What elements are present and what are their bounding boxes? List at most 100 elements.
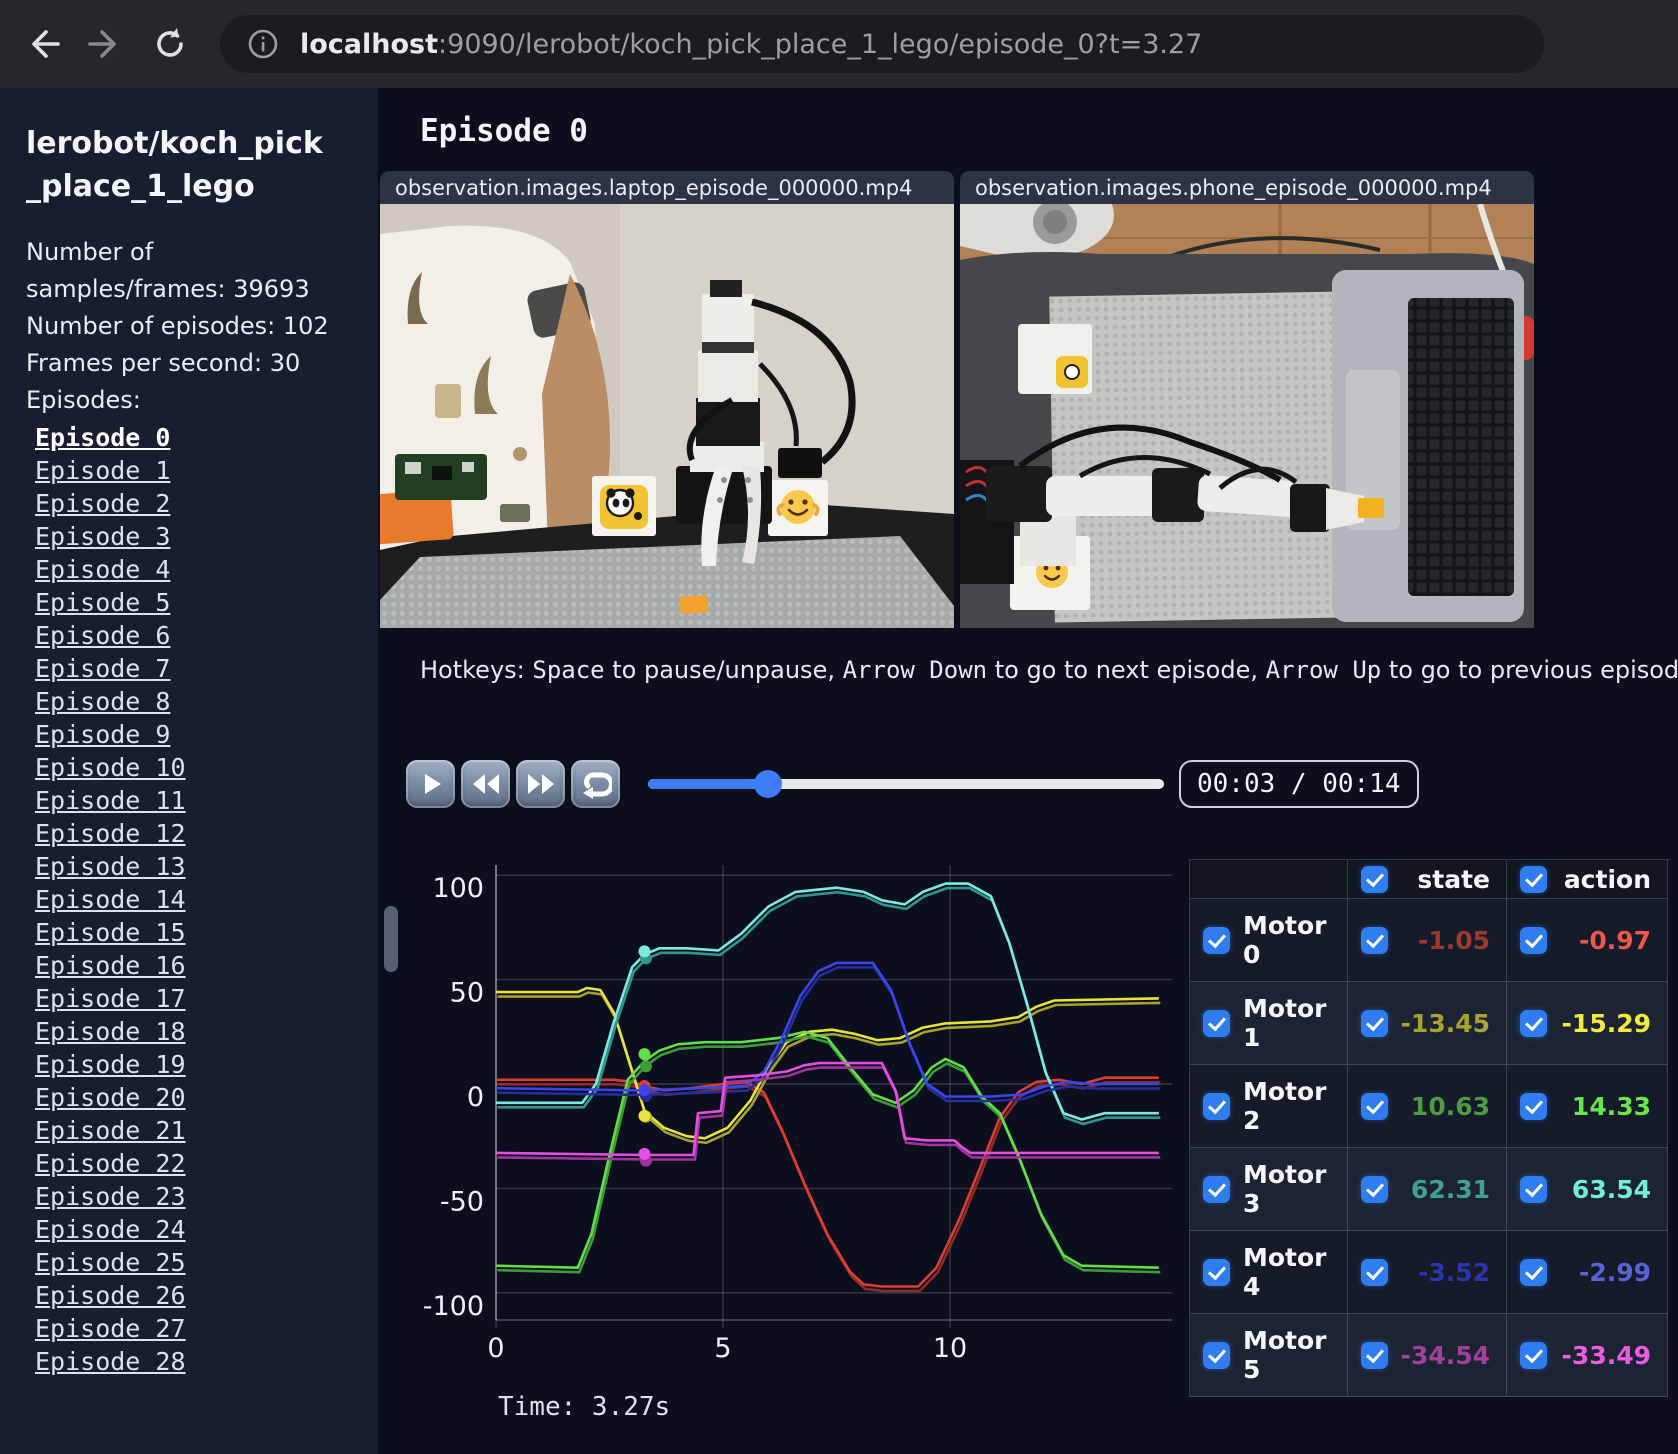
ytick-50: 50 xyxy=(450,978,484,1009)
fast-forward-icon xyxy=(527,774,554,794)
browser-toolbar: localhost:9090/lerobot/koch_pick_place_1… xyxy=(0,0,1678,88)
video-panel-laptop: observation.images.laptop_episode_000000… xyxy=(380,171,954,628)
motor-row-1: Motor 1 -13.45 -15.29 xyxy=(1190,982,1670,1065)
video-laptop[interactable] xyxy=(380,204,954,628)
laptop xyxy=(1332,270,1524,622)
motor-action-cell-1: -15.29 xyxy=(1507,982,1668,1065)
sidebar-item-episode-12[interactable]: Episode 12 xyxy=(35,817,378,850)
header-state-cell: state xyxy=(1348,860,1507,899)
time-display: 00:03 / 00:14 xyxy=(1179,760,1419,808)
back-button[interactable] xyxy=(20,22,64,66)
sidebar-item-episode-19[interactable]: Episode 19 xyxy=(35,1048,378,1081)
samples-count: Number of samples/frames: 39693 xyxy=(26,238,310,303)
play-button[interactable] xyxy=(406,760,455,808)
motor-4-row-checkbox[interactable] xyxy=(1203,1258,1230,1286)
scrollbar-thumb[interactable] xyxy=(384,906,398,972)
rewind-button[interactable] xyxy=(461,760,510,808)
motor-2-row-checkbox[interactable] xyxy=(1203,1092,1230,1120)
seek-thumb[interactable] xyxy=(754,770,783,798)
motor-label-cell-4: Motor 4 xyxy=(1190,1231,1348,1314)
sidebar-item-episode-22[interactable]: Episode 22 xyxy=(35,1147,378,1180)
motor-5-action-checkbox[interactable] xyxy=(1520,1341,1547,1369)
sidebar-item-episode-18[interactable]: Episode 18 xyxy=(35,1015,378,1048)
sidebar-item-episode-14[interactable]: Episode 14 xyxy=(35,883,378,916)
motor-1-action-checkbox[interactable] xyxy=(1520,1009,1547,1037)
sidebar-item-episode-0[interactable]: Episode 0 xyxy=(35,421,378,454)
sidebar-item-episode-4[interactable]: Episode 4 xyxy=(35,553,378,586)
motor-4-action-checkbox[interactable] xyxy=(1520,1258,1547,1286)
fast-forward-button[interactable] xyxy=(516,760,565,808)
motor-0-row-checkbox[interactable] xyxy=(1203,926,1230,954)
motor-chart: 100 50 0 -50 -100 0 5 10 Time: 3.27s xyxy=(420,855,1180,1429)
sidebar-item-episode-27[interactable]: Episode 27 xyxy=(35,1312,378,1345)
motor-5-state-checkbox[interactable] xyxy=(1361,1341,1388,1369)
sidebar-item-episode-13[interactable]: Episode 13 xyxy=(35,850,378,883)
motor-3-state-checkbox[interactable] xyxy=(1361,1175,1388,1203)
dataset-info: Number of samples/frames: 39693 Number o… xyxy=(26,234,338,419)
motor-action-cell-0: -0.97 xyxy=(1507,899,1668,982)
sidebar-item-episode-17[interactable]: Episode 17 xyxy=(35,982,378,1015)
sidebar-item-episode-23[interactable]: Episode 23 xyxy=(35,1180,378,1213)
motor-3-row-checkbox[interactable] xyxy=(1203,1175,1230,1203)
video-phone[interactable] xyxy=(960,204,1534,628)
motor-5-row-checkbox[interactable] xyxy=(1203,1341,1230,1369)
motor-1-label: Motor 1 xyxy=(1243,994,1327,1052)
episodes-label: Episodes: xyxy=(26,386,141,414)
sidebar-item-episode-21[interactable]: Episode 21 xyxy=(35,1114,378,1147)
motor-2-action-value: 14.33 xyxy=(1571,1091,1651,1121)
orange-lego-block xyxy=(679,595,709,614)
sidebar-item-episode-8[interactable]: Episode 8 xyxy=(35,685,378,718)
sidebar-item-episode-20[interactable]: Episode 20 xyxy=(35,1081,378,1114)
motor-0-label: Motor 0 xyxy=(1243,911,1327,969)
motor-action-cell-2: 14.33 xyxy=(1507,1065,1668,1148)
motor-2-state-value: 10.63 xyxy=(1410,1091,1490,1121)
sidebar-item-episode-3[interactable]: Episode 3 xyxy=(35,520,378,553)
sidebar-item-episode-26[interactable]: Episode 26 xyxy=(35,1279,378,1312)
motor-0-state-line xyxy=(497,1080,1161,1293)
sidebar-item-episode-7[interactable]: Episode 7 xyxy=(35,652,378,685)
seek-slider[interactable] xyxy=(648,762,1164,806)
motor-1-state-checkbox[interactable] xyxy=(1361,1009,1388,1037)
motor-2-state-checkbox[interactable] xyxy=(1361,1092,1388,1120)
sidebar-item-episode-9[interactable]: Episode 9 xyxy=(35,718,378,751)
sidebar-item-episode-16[interactable]: Episode 16 xyxy=(35,949,378,982)
sidebar-item-episode-25[interactable]: Episode 25 xyxy=(35,1246,378,1279)
sidebar-item-episode-11[interactable]: Episode 11 xyxy=(35,784,378,817)
sidebar-item-episode-6[interactable]: Episode 6 xyxy=(35,619,378,652)
motor-3-action-checkbox[interactable] xyxy=(1520,1175,1547,1203)
motor-2-action-checkbox[interactable] xyxy=(1520,1092,1547,1120)
motor-4-state-value: -3.52 xyxy=(1417,1257,1490,1287)
motor-label-cell-2: Motor 2 xyxy=(1190,1065,1348,1148)
motor-table-header: state action xyxy=(1190,860,1670,899)
sidebar-item-episode-1[interactable]: Episode 1 xyxy=(35,454,378,487)
motor-state-cell-3: 62.31 xyxy=(1348,1148,1507,1231)
sidebar-item-episode-24[interactable]: Episode 24 xyxy=(35,1213,378,1246)
state-column-checkbox[interactable] xyxy=(1361,865,1388,893)
forward-button[interactable] xyxy=(84,22,128,66)
reload-icon xyxy=(157,28,183,57)
motor-state-cell-5: -34.54 xyxy=(1348,1314,1507,1397)
motor-4-state-checkbox[interactable] xyxy=(1361,1258,1388,1286)
address-bar[interactable]: localhost:9090/lerobot/koch_pick_place_1… xyxy=(220,15,1544,73)
motor-0-action-checkbox[interactable] xyxy=(1520,926,1547,954)
motor-row-4: Motor 4 -3.52 -2.99 xyxy=(1190,1231,1670,1314)
action-column-checkbox[interactable] xyxy=(1520,865,1547,893)
sidebar-item-episode-5[interactable]: Episode 5 xyxy=(35,586,378,619)
motor-2-label: Motor 2 xyxy=(1243,1077,1327,1135)
motor-label-cell-3: Motor 3 xyxy=(1190,1148,1348,1231)
sidebar-item-episode-10[interactable]: Episode 10 xyxy=(35,751,378,784)
ytick--50: -50 xyxy=(440,1186,484,1217)
page-title: Episode 0 xyxy=(420,113,588,149)
play-icon xyxy=(424,774,441,794)
motor-row-2: Motor 2 10.63 14.33 xyxy=(1190,1065,1670,1148)
loop-button[interactable] xyxy=(571,760,620,808)
sidebar-item-episode-15[interactable]: Episode 15 xyxy=(35,916,378,949)
reload-button[interactable] xyxy=(148,22,192,66)
motor-0-state-checkbox[interactable] xyxy=(1361,926,1388,954)
motor-5-action-marker xyxy=(638,1147,651,1160)
sidebar-item-episode-2[interactable]: Episode 2 xyxy=(35,487,378,520)
site-info-icon[interactable] xyxy=(244,25,282,63)
sidebar-item-episode-28[interactable]: Episode 28 xyxy=(35,1345,378,1378)
motor-1-row-checkbox[interactable] xyxy=(1203,1009,1230,1037)
motor-2-action-marker xyxy=(638,1048,651,1061)
